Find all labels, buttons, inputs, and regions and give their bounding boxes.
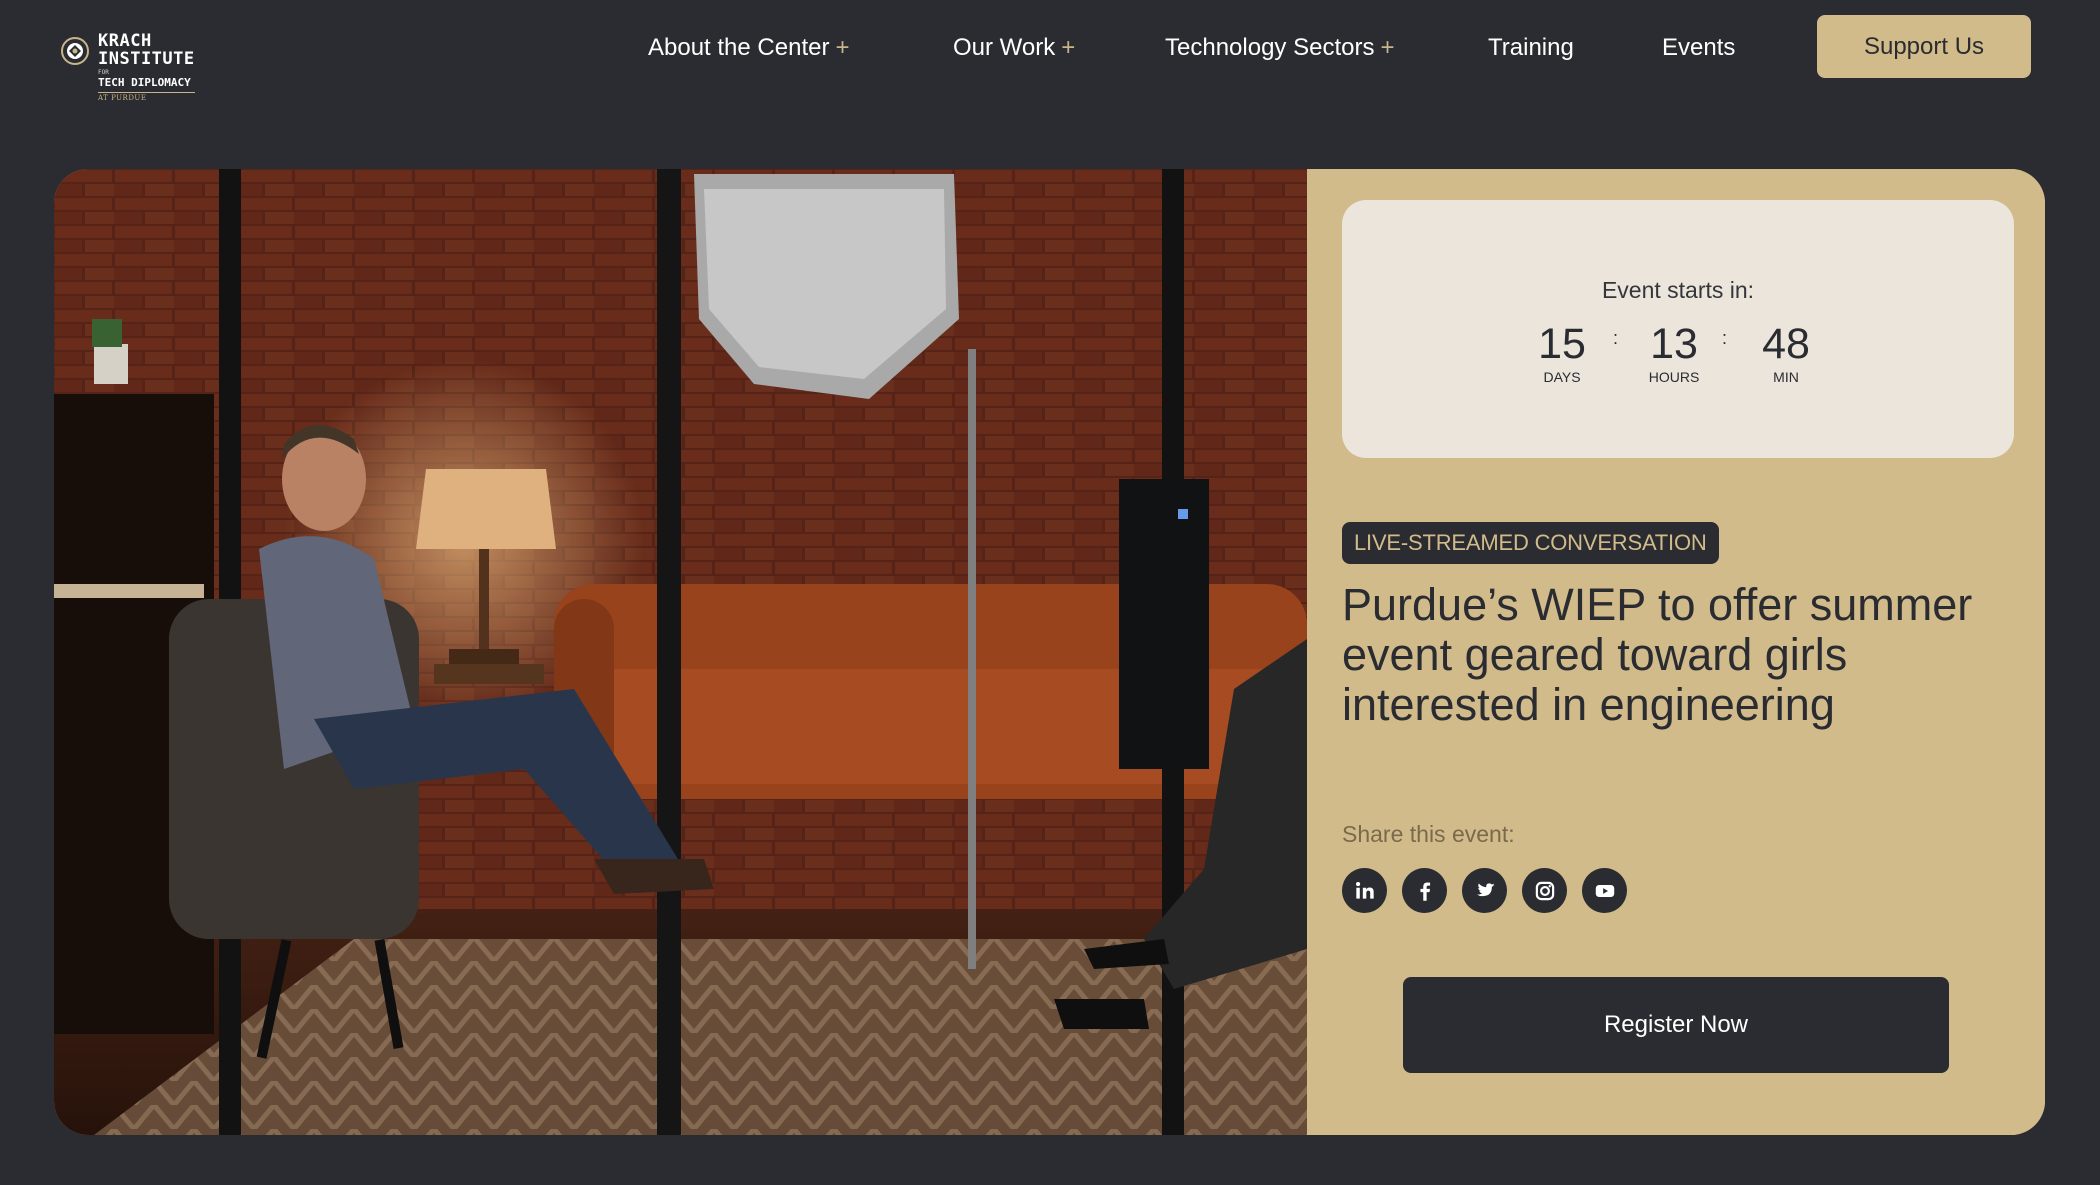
countdown-card: Event starts in: 15 DAYS : 13 HOURS : 48…: [1342, 200, 2014, 458]
studio-interview-illustration: [54, 169, 1307, 1135]
countdown-days-label: DAYS: [1543, 369, 1581, 385]
hero-image: [54, 169, 1307, 1135]
countdown-days: 15 DAYS: [1512, 322, 1612, 386]
nav-training[interactable]: Training: [1488, 28, 1574, 68]
share-label: Share this event:: [1342, 821, 1515, 847]
event-panel: Event starts in: 15 DAYS : 13 HOURS : 48…: [1307, 169, 2045, 1135]
event-type-badge: LIVE-STREAMED CONVERSATION: [1342, 522, 1719, 564]
nav-about-the-center[interactable]: About the Center +: [648, 28, 849, 68]
nav-technology-sectors[interactable]: Technology Sectors +: [1165, 28, 1394, 68]
plus-icon: +: [1380, 34, 1395, 61]
youtube-glyph: [1595, 884, 1614, 897]
facebook-glyph: [1419, 881, 1430, 901]
nav-label: Events: [1662, 34, 1736, 61]
site-logo[interactable]: KRACH INSTITUTE FOR TECH DIPLOMACY AT PU…: [60, 32, 210, 112]
linkedin-icon[interactable]: [1342, 868, 1387, 913]
plus-icon: +: [1061, 34, 1076, 61]
nav-label: Our Work: [953, 34, 1056, 61]
twitter-glyph: [1476, 882, 1495, 896]
twitter-icon[interactable]: [1462, 868, 1507, 913]
countdown-hours-value: 13: [1650, 320, 1698, 368]
nav-label: Training: [1488, 34, 1574, 61]
countdown-separator: :: [1613, 328, 1619, 348]
event-title: Purdue’s WIEP to offer summer event gear…: [1342, 579, 1973, 730]
youtube-icon[interactable]: [1582, 868, 1627, 913]
countdown-days-value: 15: [1538, 320, 1586, 368]
logo-text-tech-diplomacy: TECH DIPLOMACY: [98, 76, 195, 93]
linkedin-glyph: [1355, 881, 1374, 899]
facebook-icon[interactable]: [1402, 868, 1447, 913]
nav-our-work[interactable]: Our Work +: [953, 28, 1075, 68]
register-now-button[interactable]: Register Now: [1403, 977, 1949, 1073]
social-share-row: [1342, 868, 1627, 913]
countdown-label: Event starts in:: [1601, 277, 1755, 303]
countdown-hours-label: HOURS: [1648, 369, 1700, 385]
support-us-button[interactable]: Support Us: [1817, 15, 2031, 78]
plus-icon: +: [835, 34, 850, 61]
countdown-minutes: 48 MIN: [1736, 322, 1836, 386]
krach-emblem-icon: [61, 37, 89, 65]
hero-section: Event starts in: 15 DAYS : 13 HOURS : 48…: [54, 169, 2045, 1135]
countdown-hours: 13 HOURS: [1624, 322, 1724, 386]
countdown-minutes-label: MIN: [1773, 369, 1799, 385]
logo-text-for: FOR: [98, 69, 109, 76]
countdown-minutes-value: 48: [1762, 320, 1810, 368]
logo-text-institute: INSTITUTE: [98, 49, 195, 69]
nav-label: About the Center: [648, 34, 830, 61]
logo-text-at-purdue: AT PURDUE: [98, 94, 147, 102]
instagram-icon[interactable]: [1522, 868, 1567, 913]
countdown-separator: :: [1722, 328, 1728, 348]
instagram-glyph: [1535, 881, 1554, 900]
logo-text-krach: KRACH: [98, 31, 152, 51]
nav-events[interactable]: Events: [1662, 28, 1735, 68]
nav-label: Technology Sectors: [1165, 34, 1375, 61]
